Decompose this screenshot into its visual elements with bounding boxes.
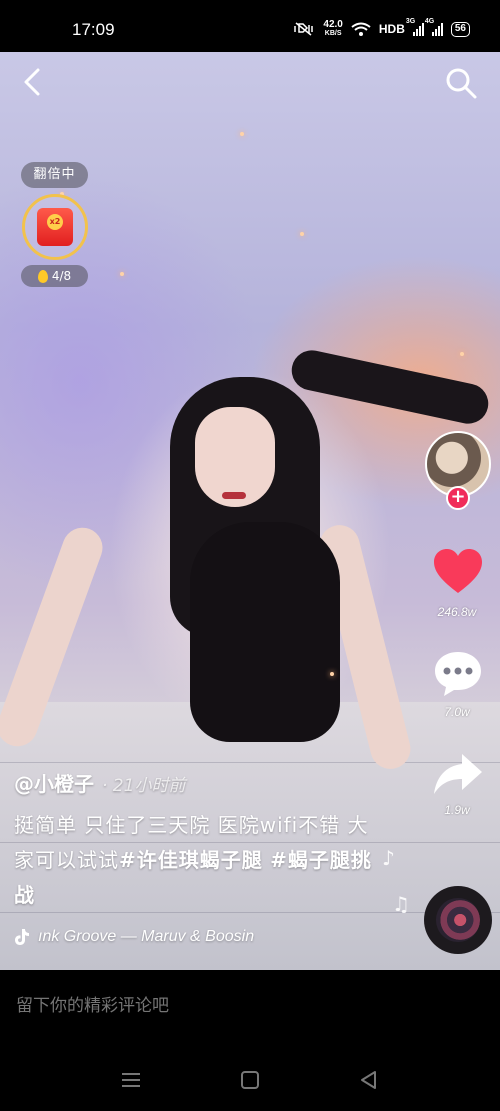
comment-bubble-icon[interactable]: [432, 648, 484, 700]
like-count: 246.8w: [437, 605, 477, 619]
double-coin-label: x2: [47, 214, 63, 230]
music-note-icon: ♪: [382, 846, 395, 870]
hashtag-link[interactable]: #许佳琪蝎子腿: [119, 848, 263, 872]
comment-bar[interactable]: [0, 970, 500, 1045]
red-packet-progress[interactable]: 4/8: [21, 265, 88, 287]
sim1-label: 3G: [405, 18, 416, 25]
wifi-icon: [351, 22, 371, 36]
search-icon[interactable]: [444, 66, 478, 100]
sim2-label: 4G: [424, 18, 435, 25]
status-icons: 42.0 KB/S HDB 3G 4G 56: [293, 18, 470, 38]
hd-label: HDB: [378, 22, 405, 36]
red-packet-badge[interactable]: 翻倍中: [21, 162, 88, 188]
golden-egg-icon: [37, 269, 48, 283]
spark: [240, 132, 244, 136]
music-disc[interactable]: [424, 886, 492, 954]
red-envelope-icon[interactable]: x2: [37, 208, 73, 246]
author-line: @小橙子 · 21小时前: [14, 768, 185, 797]
back-triangle-icon[interactable]: [358, 1069, 380, 1091]
mute-vibrate-icon: [294, 22, 314, 36]
like-heart-icon[interactable]: [432, 546, 484, 598]
video-figure-body: [190, 522, 340, 742]
tiktok-logo-icon: [15, 929, 29, 945]
sim1-signal-icon: 3G: [406, 18, 424, 36]
menu-icon[interactable]: [120, 1069, 142, 1091]
video-figure-leg: [288, 346, 492, 428]
home-square-icon[interactable]: [239, 1069, 261, 1091]
red-packet-progress-label: 4/8: [51, 269, 72, 283]
share-count: 1.9w: [444, 803, 470, 817]
video-figure-lip: [222, 492, 246, 499]
comment-input[interactable]: [16, 996, 316, 1016]
follow-plus-icon[interactable]: +: [446, 486, 470, 510]
back-chevron-icon[interactable]: [18, 66, 50, 98]
net-speed-value: 42.0: [323, 19, 343, 30]
status-bar: 17:09 42.0 KB/S HDB 3G 4G 56: [0, 0, 500, 52]
spark: [120, 272, 124, 276]
music-cover: [436, 898, 480, 942]
net-speed: 42.0 KB/S: [323, 20, 342, 38]
spark: [330, 672, 334, 676]
net-speed-unit: KB/S: [324, 30, 342, 37]
system-nav-bar: [0, 1045, 500, 1111]
status-time: 17:09: [72, 20, 115, 39]
spark: [300, 232, 304, 236]
music-line[interactable]: ınk Groove — Maruv & Boosin: [14, 928, 254, 946]
battery-indicator: 56: [450, 21, 470, 37]
music-title: ınk Groove — Maruv & Boosin: [38, 928, 255, 945]
share-arrow-icon[interactable]: [432, 748, 484, 800]
music-note-icon: ♫: [392, 892, 410, 916]
comment-count: 7.0w: [444, 705, 470, 719]
spark: [460, 352, 464, 356]
author-name[interactable]: @小橙子: [14, 768, 94, 797]
sim2-signal-icon: 4G: [425, 18, 443, 36]
post-time: · 21小时前: [102, 776, 186, 796]
post-caption[interactable]: 挺简单 只住了三天院 医院wifi不错 大家可以试试#许佳琪蝎子腿 #蝎子腿挑战: [14, 808, 374, 913]
